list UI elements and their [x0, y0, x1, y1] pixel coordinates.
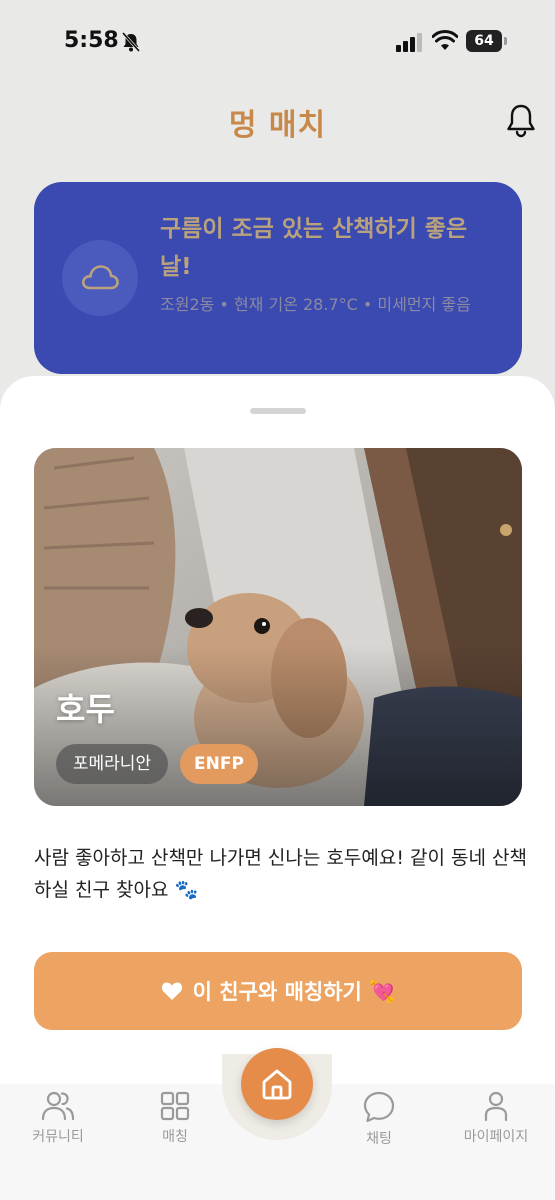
- tab-chat-label: 채팅: [366, 1131, 392, 1147]
- dog-name: 호두: [56, 690, 115, 728]
- tab-matching-label: 매칭: [162, 1129, 188, 1145]
- profile-intro: 사람 좋아하고 산책만 나가면 신나는 호두예요! 같이 동네 산책하실 친구 …: [34, 847, 527, 901]
- weather-card: 구름이 조금 있는 산책하기 좋은 날! 조원2동 • 현재 기온 28.7°C…: [34, 182, 522, 374]
- tab-mypage-label: 마이페이지: [463, 1129, 529, 1145]
- home-icon: [262, 1069, 292, 1100]
- match-button-label: 이 친구와 매칭하기 💘: [192, 980, 396, 1004]
- tab-mypage[interactable]: 마이페이지: [436, 1084, 555, 1146]
- tab-community[interactable]: 커뮤니티: [0, 1084, 118, 1146]
- status-time: 5:58: [64, 28, 119, 53]
- dog-photo: 호두 포메라니안 ENFP: [34, 448, 522, 806]
- match-button[interactable]: 이 친구와 매칭하기 💘: [34, 952, 522, 1030]
- weather-icon-badge: [62, 240, 138, 316]
- bell-icon[interactable]: [504, 102, 538, 138]
- tab-community-label: 커뮤니티: [32, 1129, 84, 1145]
- heart-icon: [161, 982, 182, 1000]
- bell-slash-icon: [121, 32, 141, 52]
- sheet-drag-handle[interactable]: [250, 408, 306, 414]
- signal-icon: [396, 33, 422, 52]
- battery-tip: [504, 37, 507, 45]
- weather-title: 구름이 조금 있는 산책하기 좋은 날!: [160, 216, 468, 280]
- wifi-icon: [432, 30, 458, 50]
- chat-bubble-icon: [363, 1091, 395, 1123]
- app-title: 멍 매치: [228, 108, 327, 143]
- mbti-tag: ENFP: [180, 744, 258, 784]
- weather-subtitle: 조원2동 • 현재 기온 28.7°C • 미세먼지 좋음: [160, 295, 471, 314]
- battery-icon: 64: [466, 30, 508, 52]
- tab-matching[interactable]: 매칭: [115, 1084, 235, 1146]
- users-icon: [41, 1091, 75, 1121]
- person-icon: [484, 1091, 508, 1122]
- status-bar: 5:58 64: [0, 0, 555, 84]
- cloud-icon: [81, 265, 119, 290]
- home-button[interactable]: [241, 1048, 313, 1120]
- battery-level: 64: [466, 30, 502, 52]
- tab-chat[interactable]: 채팅: [319, 1084, 439, 1148]
- breed-tag: 포메라니안: [56, 744, 168, 784]
- grid-icon: [160, 1091, 190, 1121]
